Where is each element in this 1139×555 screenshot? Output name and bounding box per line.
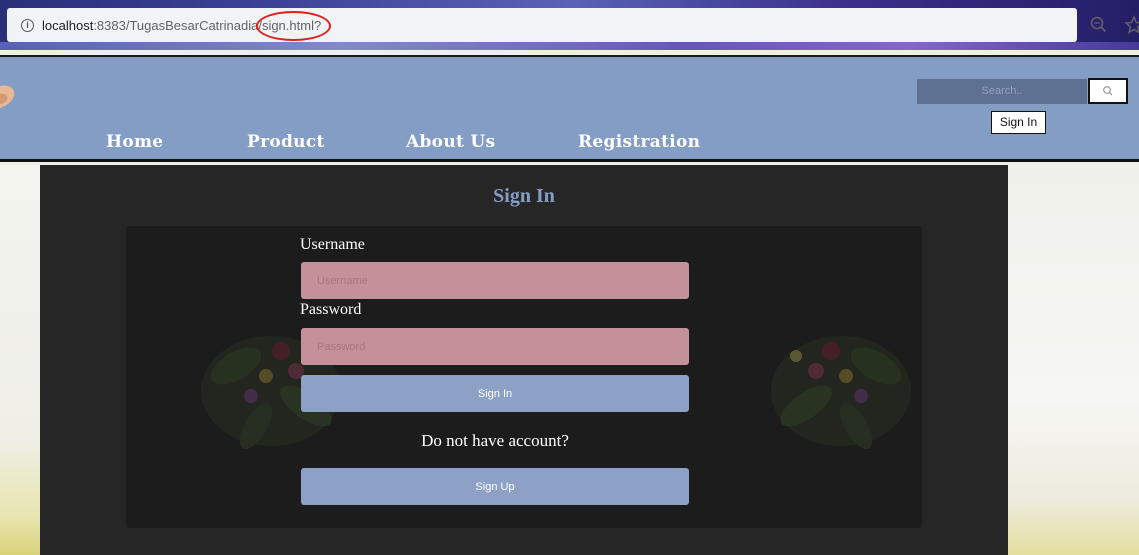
nav-product[interactable]: Product (247, 132, 325, 152)
username-label: Username (300, 236, 365, 253)
address-bar[interactable]: i localhost:8383/TugasBesarCatrinadia/si… (7, 8, 1077, 42)
signup-button[interactable]: Sign Up (301, 468, 689, 505)
password-label: Password (300, 301, 362, 318)
url-path: :8383/TugasBesarCatrinadia/ (93, 17, 262, 33)
username-input[interactable] (301, 262, 689, 299)
nav-about-us[interactable]: About Us (406, 132, 495, 152)
info-icon[interactable]: i (21, 18, 34, 32)
url-host: localhost (42, 17, 94, 33)
flower-logo-icon (0, 85, 15, 108)
password-input[interactable] (301, 328, 689, 365)
site-header: Search.. Sign In Home Product About Us R… (0, 55, 1139, 162)
no-account-text: Do not have account? (421, 431, 569, 450)
page-title: Sign In (493, 185, 555, 207)
flower-bouquet-right-image (771, 336, 911, 450)
url-file-highlighted: sign.html? (255, 10, 332, 41)
zoom-icon[interactable] (1088, 14, 1110, 36)
header-signin-button[interactable]: Sign In (991, 111, 1046, 134)
signin-form: Username Password Sign In Do not have ac… (126, 226, 922, 528)
nav-registration[interactable]: Registration (578, 132, 700, 152)
signin-button[interactable]: Sign In (301, 375, 689, 412)
browser-toolbar: i localhost:8383/TugasBesarCatrinadia/si… (0, 0, 1139, 50)
signin-panel: Sign In Username Username Password Sign … (40, 165, 1008, 555)
search-icon (1103, 86, 1113, 96)
page-background-right (1008, 165, 1139, 555)
page-background-left (0, 165, 40, 555)
search-button[interactable] (1088, 78, 1128, 104)
star-icon[interactable] (1124, 14, 1139, 36)
nav-home[interactable]: Home (106, 132, 163, 152)
search-input[interactable]: Search.. (917, 79, 1087, 104)
